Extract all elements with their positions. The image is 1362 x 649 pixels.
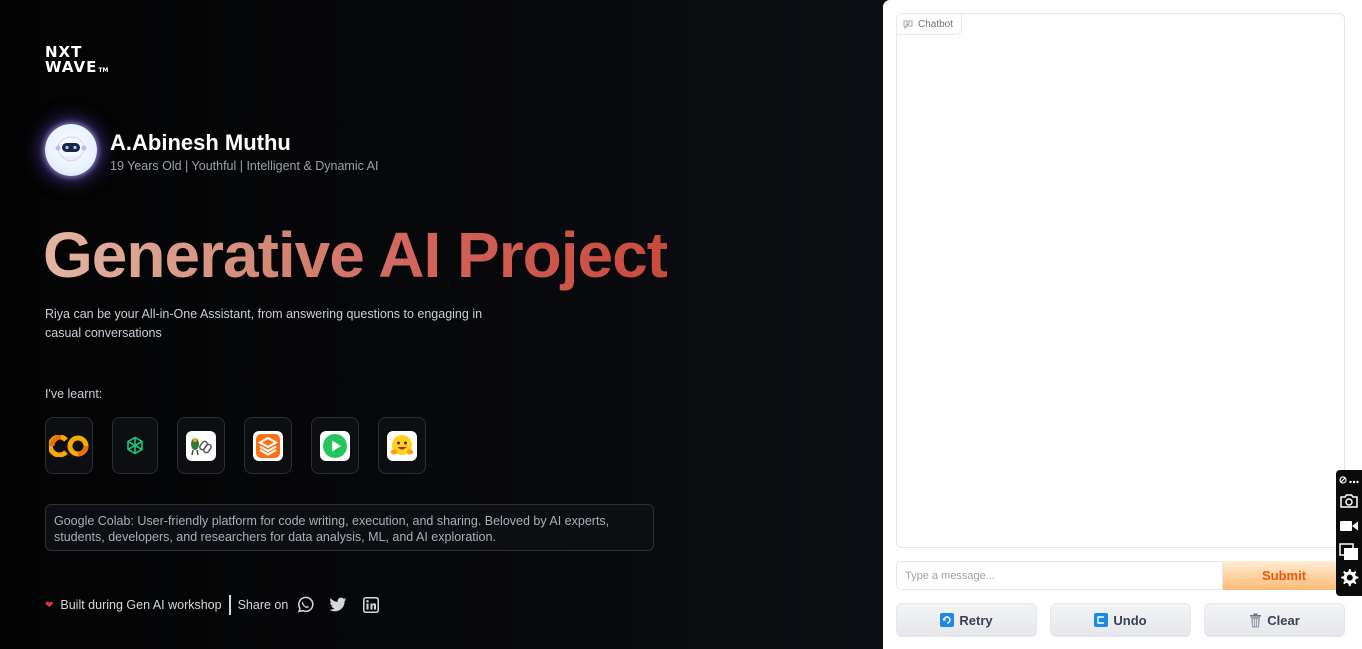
submit-button[interactable]: Submit — [1223, 561, 1345, 590]
whatsapp-icon[interactable] — [296, 596, 314, 614]
toolbar-header — [1339, 473, 1359, 487]
retry-button[interactable]: Retry — [896, 603, 1037, 637]
openai-icon[interactable] — [112, 417, 158, 474]
footer: ❤ Built during Gen AI workshop Share on — [45, 594, 380, 616]
gradio-icon[interactable] — [244, 417, 292, 474]
profile-subtitle: 19 Years Old | Youthful | Intelligent & … — [110, 158, 379, 173]
clear-button[interactable]: Clear — [1204, 603, 1345, 637]
google-colab-icon[interactable] — [45, 417, 93, 474]
nxtwave-logo: NXT WAVETM — [45, 45, 108, 78]
video-icon[interactable] — [1337, 513, 1361, 539]
message-input[interactable] — [896, 561, 1223, 590]
retry-label: Retry — [959, 612, 993, 628]
chatbot-label: Chatbot — [897, 14, 963, 35]
camera-icon[interactable] — [1337, 487, 1361, 513]
langchain-icon[interactable] — [177, 417, 225, 474]
chat-panel: Chatbot Submit Retry Undo Clear — [883, 0, 1362, 649]
assistant-description: Riya can be your All-in-One Assistant, f… — [45, 307, 483, 340]
chat-bubble-icon — [903, 20, 913, 29]
profile-card: A.Abinesh Muthu 19 Years Old | Youthful … — [45, 124, 378, 176]
trash-icon — [1249, 613, 1262, 628]
built-during-text: Built during Gen AI workshop — [60, 598, 222, 612]
floating-toolbar — [1336, 470, 1362, 596]
huggingface-icon[interactable] — [378, 417, 426, 474]
left-panel: NXT WAVETM A.Abinesh Muthu 19 Years Old … — [0, 0, 883, 649]
playht-icon[interactable] — [311, 417, 359, 474]
undo-label: Undo — [1113, 612, 1147, 628]
share-on-label: Share on — [237, 598, 289, 612]
twitter-icon[interactable] — [329, 597, 347, 613]
clear-label: Clear — [1267, 612, 1300, 628]
undo-button[interactable]: Undo — [1050, 603, 1191, 637]
screen-share-icon[interactable] — [1337, 539, 1361, 565]
page-title: Generative AI Project — [43, 213, 668, 297]
logo-tm: TM — [98, 67, 109, 74]
settings-gear-icon[interactable] — [1337, 565, 1361, 591]
heart-icon: ❤ — [45, 599, 54, 611]
learnt-label: I've learnt: — [45, 387, 103, 401]
retry-icon — [940, 613, 955, 627]
tools-list — [45, 417, 426, 474]
profile-name: A.Abinesh Muthu — [110, 129, 291, 155]
chatbot-label-text: Chatbot — [918, 18, 954, 30]
tool-description-box: Google Colab: User-friendly platform for… — [45, 504, 654, 551]
logo-line2: WAVE — [45, 58, 98, 76]
linkedin-icon[interactable] — [363, 597, 380, 613]
footer-divider — [228, 595, 231, 615]
chatbot-area[interactable]: Chatbot — [896, 13, 1345, 548]
robot-icon — [45, 124, 97, 176]
undo-icon — [1094, 613, 1109, 627]
